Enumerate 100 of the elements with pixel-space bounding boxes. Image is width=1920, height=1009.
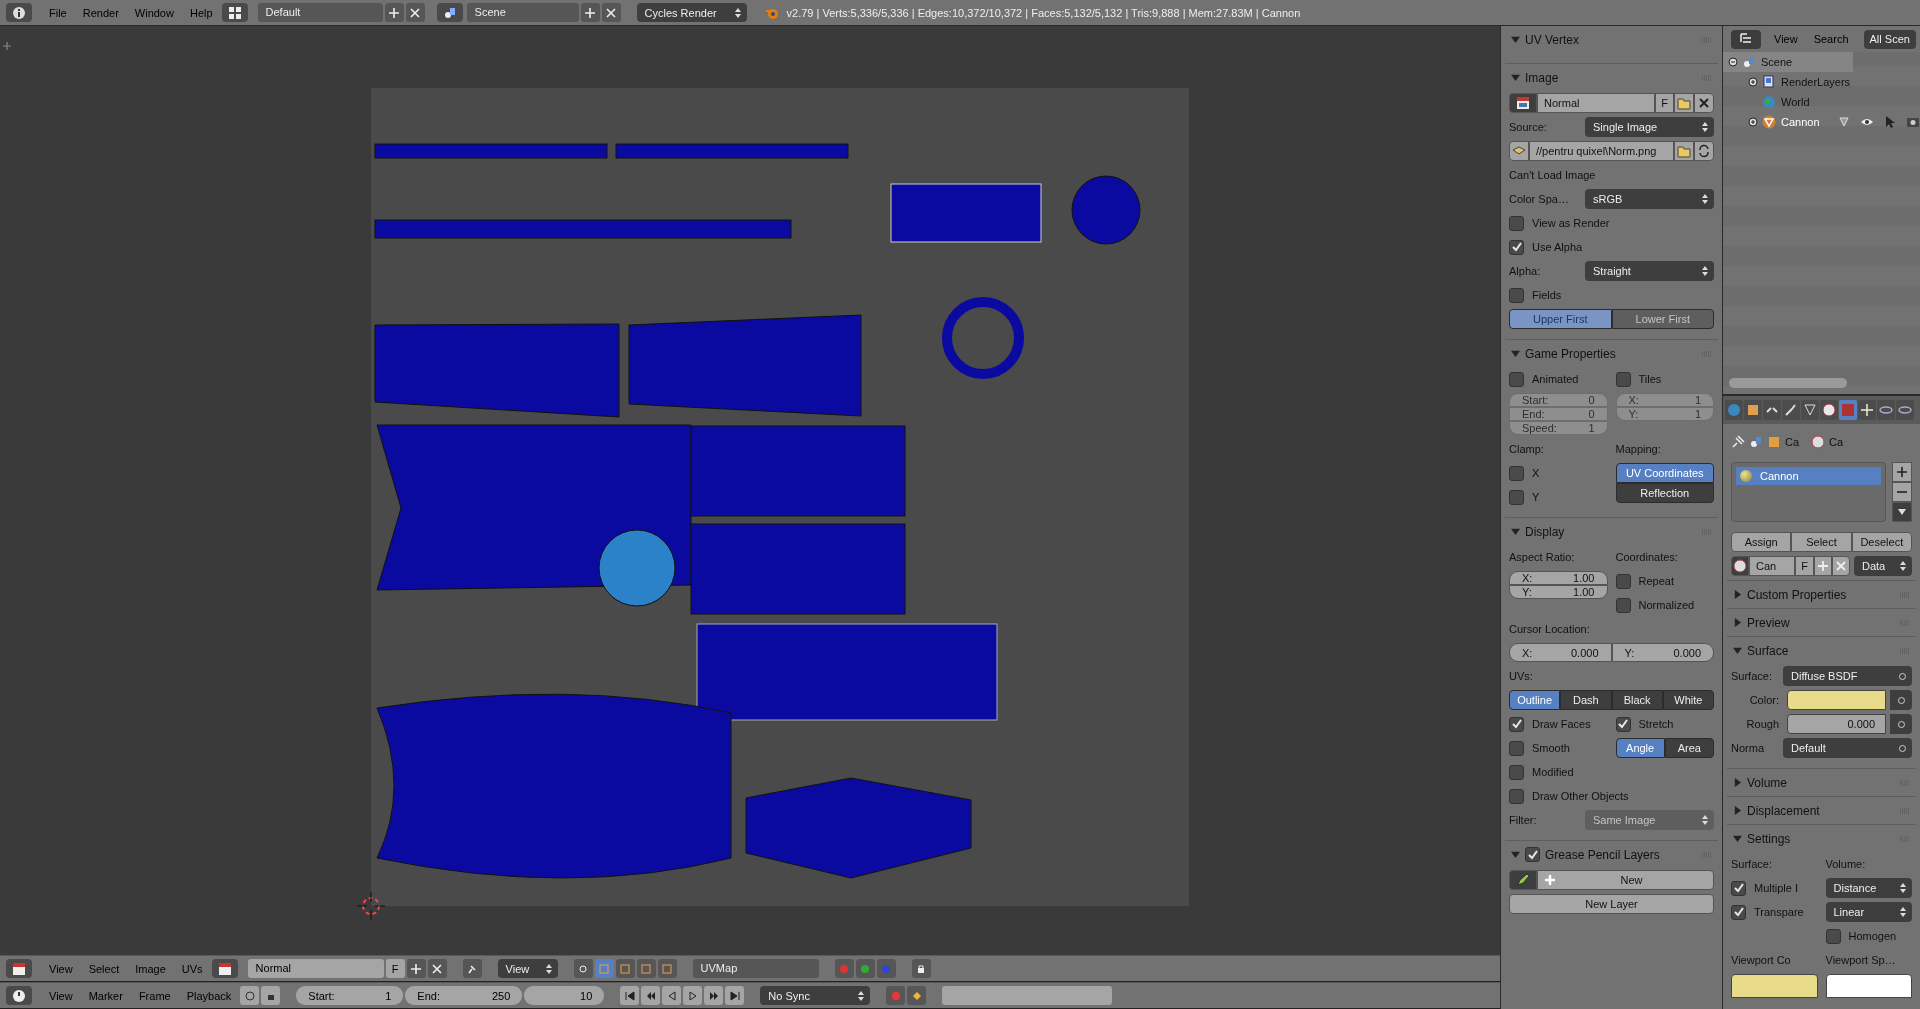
toggle-option[interactable]: Black <box>1611 690 1663 710</box>
expand-arrow-icon[interactable] <box>1733 806 1742 815</box>
display-mode-dropdown[interactable]: All Scen <box>1863 29 1916 49</box>
menu-item[interactable]: Render <box>75 4 126 21</box>
color-swatch[interactable] <box>1825 974 1912 998</box>
toggle-option[interactable]: Outline <box>1509 690 1561 710</box>
cursor-icon[interactable] <box>357 892 385 920</box>
toggle-option[interactable]: Area <box>1664 738 1714 758</box>
jump-start-icon[interactable] <box>620 986 640 1005</box>
menu-item[interactable]: Image <box>128 960 173 977</box>
sphere-tab-icon[interactable] <box>1820 400 1838 420</box>
new-button[interactable]: New <box>1537 870 1714 890</box>
panel-title[interactable]: Displacement <box>1747 803 1895 818</box>
menu-item[interactable]: UVs <box>174 960 210 977</box>
close-icon[interactable] <box>405 3 425 22</box>
checkbox[interactable]: Smooth <box>1509 738 1570 758</box>
pencil-icon[interactable] <box>1509 870 1537 890</box>
world-tab-icon[interactable] <box>1725 400 1743 420</box>
checkbox[interactable]: Use Alpha <box>1509 237 1583 257</box>
menu-item[interactable]: View <box>42 987 80 1004</box>
image-name-field[interactable]: Normal <box>1537 93 1656 113</box>
end-frame-field[interactable]: End: 250 <box>405 986 523 1005</box>
keying-set-field[interactable] <box>942 986 1113 1005</box>
material-sphere-icon[interactable] <box>1731 556 1749 576</box>
expand-icon[interactable] <box>1747 77 1759 87</box>
dropdown[interactable]: Diffuse BSDF <box>1783 666 1912 686</box>
layout-field[interactable]: Default <box>257 3 383 22</box>
folder-icon[interactable] <box>1674 93 1694 113</box>
panel-title[interactable]: Game Properties <box>1525 346 1697 361</box>
menu-item[interactable]: File <box>42 4 74 21</box>
close-icon[interactable] <box>1694 93 1714 113</box>
expand-icon[interactable] <box>1747 117 1759 127</box>
image-name-field[interactable]: Normal <box>247 959 384 978</box>
link-dropdown[interactable]: Data <box>1854 556 1912 576</box>
timeline-icon[interactable] <box>6 986 32 1005</box>
remove-icon[interactable] <box>1892 482 1912 502</box>
render-engine-dropdown[interactable]: Cycles Render <box>636 3 747 22</box>
checkbox[interactable]: View as Render <box>1509 213 1610 233</box>
menu-item[interactable]: Frame <box>131 987 178 1004</box>
material-name-field[interactable]: Can <box>1749 556 1796 576</box>
toggle-option[interactable]: UV Coordinates <box>1615 463 1714 483</box>
checkbox[interactable]: Normalized <box>1615 595 1695 615</box>
slot-action-button[interactable]: Select <box>1791 532 1852 552</box>
menu-item[interactable]: View <box>42 960 80 977</box>
panel-title[interactable]: Display <box>1525 524 1697 539</box>
checkbox[interactable]: Draw Other Objects <box>1509 786 1629 806</box>
checkbox[interactable]: Multiple I <box>1731 878 1799 898</box>
dropdown[interactable]: sRGB <box>1585 189 1714 209</box>
toggle-option[interactable]: Dash <box>1560 690 1612 710</box>
sync-dropdown[interactable]: No Sync <box>760 986 871 1005</box>
expand-arrow-icon[interactable] <box>1511 527 1520 536</box>
menu-item[interactable]: Window <box>127 4 181 21</box>
file-path-field[interactable]: //pentru quixel\Norm.png <box>1529 141 1674 161</box>
close-icon[interactable] <box>427 959 447 978</box>
checkbox[interactable]: Modified <box>1509 762 1574 782</box>
expand-arrow-icon[interactable] <box>1733 646 1742 655</box>
toggle-option[interactable]: Angle <box>1615 738 1665 758</box>
material-slot[interactable]: Cannon <box>1736 467 1881 485</box>
expand-arrow-icon[interactable] <box>1733 778 1742 787</box>
fake-user-toggle[interactable]: F <box>385 959 405 978</box>
checkbox[interactable]: Homogen <box>1825 926 1897 946</box>
close-icon[interactable] <box>1832 556 1850 576</box>
menu-item[interactable]: Playback <box>179 987 239 1004</box>
panel-title[interactable]: Preview <box>1747 615 1895 630</box>
add-icon[interactable] <box>384 3 404 22</box>
number-field[interactable]: Y: 1.00 <box>1509 585 1608 599</box>
expand-arrow-icon[interactable] <box>1733 834 1742 843</box>
mesh-data-icon[interactable] <box>1836 115 1851 129</box>
menu-item[interactable]: Search <box>1806 31 1856 47</box>
menu-item[interactable]: Help <box>182 4 220 21</box>
color-swatch[interactable] <box>1787 690 1886 710</box>
layout-icon[interactable] <box>221 3 248 22</box>
start-frame-field[interactable]: Start: 1 <box>296 986 404 1005</box>
slot-action-button[interactable]: Deselect <box>1851 532 1912 552</box>
expand-arrow-icon[interactable] <box>1733 618 1742 627</box>
fake-user-toggle[interactable]: F <box>1795 556 1814 576</box>
toggle-option[interactable]: White <box>1662 690 1714 710</box>
wrench-tab-icon[interactable] <box>1782 400 1800 420</box>
close-icon[interactable] <box>601 3 621 22</box>
add-icon[interactable] <box>580 3 600 22</box>
play-icon[interactable] <box>683 986 703 1005</box>
scrollbar[interactable] <box>1729 378 1847 388</box>
socket-button[interactable] <box>1890 714 1912 734</box>
checkbox[interactable]: Tiles <box>1615 369 1662 389</box>
slot-action-button[interactable]: Assign <box>1731 532 1792 552</box>
view-mode-dropdown[interactable]: View <box>497 959 558 978</box>
dropdown[interactable]: Default <box>1783 738 1912 758</box>
outliner-icon[interactable] <box>1731 29 1761 49</box>
lock-icon[interactable] <box>911 959 931 978</box>
checkbox[interactable]: Animated <box>1509 369 1579 389</box>
play-reverse-icon[interactable] <box>662 986 682 1005</box>
keyframe-icon[interactable] <box>907 986 927 1005</box>
checkbox[interactable]: Y <box>1509 487 1540 507</box>
checkbox[interactable]: Transpare <box>1731 902 1804 922</box>
menu-item[interactable]: Marker <box>81 987 130 1004</box>
image-browse-icon[interactable] <box>211 959 238 978</box>
add-icon[interactable] <box>406 959 426 978</box>
dropdown[interactable]: Distance <box>1825 878 1912 898</box>
lock-icon[interactable] <box>261 986 281 1005</box>
info-icon[interactable] <box>6 3 32 22</box>
